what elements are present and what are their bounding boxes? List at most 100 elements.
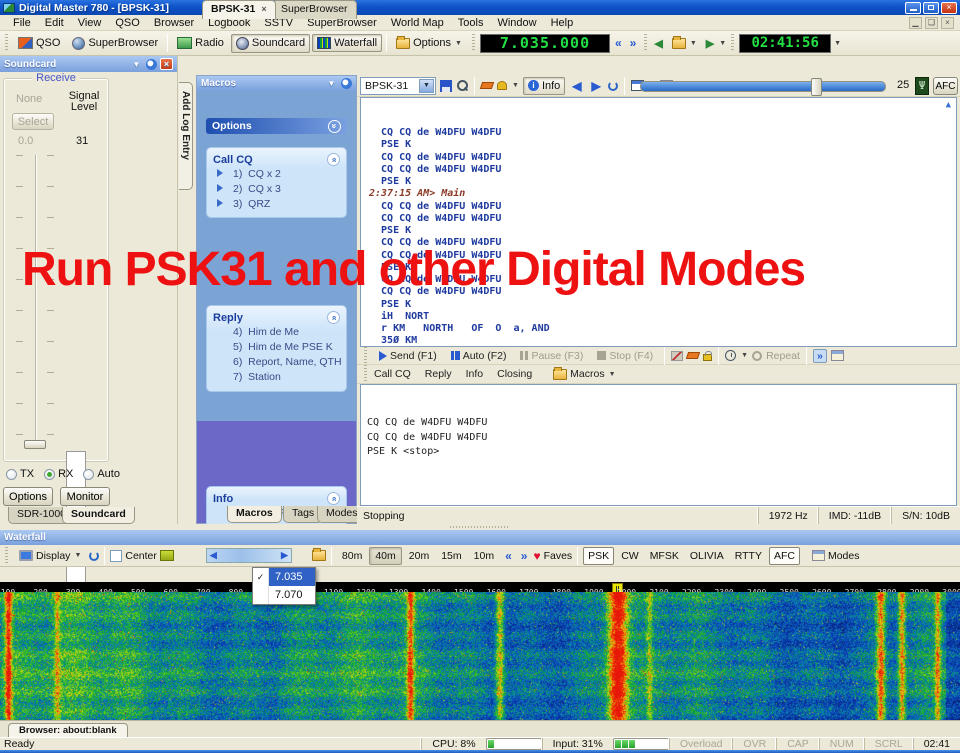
toolbar-drag-handle[interactable] [364, 365, 367, 383]
more-buttons-icon[interactable]: » [813, 349, 827, 363]
mode-button[interactable]: OLIVIA [686, 548, 728, 564]
waterfall-button[interactable]: Waterfall [312, 34, 382, 52]
afc-toggle-button[interactable]: AFC [769, 547, 800, 565]
macros-options-bar[interactable]: Options » [206, 118, 347, 134]
marker-tool-icon[interactable] [160, 550, 174, 561]
menu-item[interactable]: QSO [108, 15, 146, 31]
band-button[interactable]: 20m [404, 548, 434, 564]
select-device-button[interactable]: Select [12, 113, 54, 130]
monitor-button[interactable]: Monitor [60, 487, 110, 506]
macro-item[interactable]: 1) CQ x 2 [207, 166, 346, 181]
auto-button[interactable]: Auto (F2) [446, 347, 512, 365]
mode-button[interactable]: MFSK [646, 548, 683, 564]
clock-overflow-icon[interactable]: ▼ [834, 40, 841, 47]
radio-button[interactable]: Radio [172, 34, 229, 52]
display-button[interactable]: Display▼ [14, 547, 86, 565]
send-button[interactable]: Send (F1) [374, 347, 442, 365]
frequency-down-button[interactable]: « [612, 36, 625, 50]
panel-menu-icon[interactable]: ▼ [130, 58, 143, 70]
band-button[interactable]: 80m [337, 548, 367, 564]
trx-radio[interactable]: TX [6, 468, 34, 480]
menu-item[interactable]: Tools [451, 15, 491, 31]
mdi-restore-button[interactable]: ❑ [925, 17, 938, 29]
mdi-close-button[interactable]: × [941, 17, 954, 29]
soundcard-button[interactable]: Soundcard [231, 34, 310, 53]
collapse-group-icon[interactable]: » [327, 492, 340, 505]
band-button[interactable]: 10m [469, 548, 499, 564]
tab-superbrowser[interactable]: SuperBrowser [272, 0, 357, 19]
options-button[interactable]: Options▼ [391, 34, 467, 52]
mode-combobox[interactable]: BPSK-31▼ [360, 77, 436, 95]
mode-button[interactable]: CW [617, 548, 643, 564]
volume-slider[interactable] [12, 155, 58, 455]
collapse-group-icon[interactable]: » [327, 153, 340, 166]
macro-shortcut-button[interactable]: Reply [425, 368, 452, 380]
erase-icon[interactable] [480, 82, 494, 89]
save-icon[interactable] [440, 80, 452, 92]
squelch-slider[interactable] [640, 81, 886, 92]
nav-back-icon[interactable]: ◀ [652, 37, 664, 50]
frequency-menu-item[interactable]: ✓ 7.035 [253, 568, 315, 586]
frequency-up-button[interactable]: » [627, 36, 640, 50]
erase-tx-icon[interactable] [686, 352, 700, 359]
scroll-up-icon[interactable]: ▲ [946, 100, 951, 110]
mode-button[interactable]: PSK [583, 547, 614, 565]
trx-radio[interactable]: RX [44, 468, 73, 480]
toolbar-drag-handle[interactable] [644, 34, 647, 52]
soundcard-options-button[interactable]: Options [3, 487, 53, 506]
lock-icon[interactable] [703, 354, 712, 361]
toolbar-drag-handle[interactable] [5, 547, 8, 565]
macro-item[interactable]: 3) QRZ [207, 196, 346, 211]
mode-button[interactable]: RTTY [731, 548, 766, 564]
toolbar-drag-handle[interactable] [5, 34, 8, 52]
tab-soundcard[interactable]: Soundcard [62, 507, 135, 524]
tab-close-icon[interactable]: × [261, 4, 266, 14]
menu-item[interactable]: Edit [38, 15, 71, 31]
alerts-icon[interactable] [497, 81, 507, 90]
qso-button[interactable]: QSO [13, 34, 65, 52]
waterfall-folder-icon[interactable] [312, 550, 326, 561]
repeat-icon[interactable] [752, 351, 762, 361]
macro-shortcut-button[interactable]: Closing [497, 368, 532, 380]
waterfall-canvas[interactable] [0, 592, 960, 720]
tab-macros[interactable]: Macros [227, 506, 282, 523]
waterfall-preview[interactable]: ◀▶ [206, 548, 292, 563]
panel-close-icon[interactable]: × [160, 58, 173, 70]
macros-menu-icon[interactable]: ▼ [325, 78, 338, 90]
refresh-icon[interactable] [608, 81, 618, 91]
band-prev-icon[interactable]: « [502, 549, 515, 563]
tx-text-area[interactable]: CQ CQ de W4DFU W4DFUCQ CQ de W4DFU W4DFU… [360, 384, 957, 506]
repeat-label[interactable]: Repeat [766, 350, 800, 362]
center-checkbox[interactable] [110, 550, 122, 562]
info-toggle-button[interactable]: iInfo [523, 77, 565, 95]
nav-forward-icon[interactable]: ▶ [704, 37, 716, 50]
toolbar-drag-handle[interactable] [472, 34, 475, 52]
trx-radio[interactable]: Auto [83, 468, 120, 480]
collapse-group-icon[interactable]: » [327, 311, 340, 324]
band-button[interactable]: 40m [369, 547, 401, 565]
favorites-folder-button[interactable]: ▼ [667, 35, 702, 52]
toolbar-drag-handle[interactable] [364, 347, 367, 365]
toolbar-drag-handle[interactable] [731, 34, 734, 52]
browser-tab[interactable]: Browser: about:blank [8, 723, 128, 737]
stop-button[interactable]: Stop (F4) [592, 347, 658, 365]
macro-item[interactable]: 5) Him de Me PSE K [207, 339, 346, 354]
modes-button[interactable]: Modes [828, 550, 860, 562]
menu-item[interactable]: File [6, 15, 38, 31]
macro-shortcut-button[interactable]: Info [466, 368, 484, 380]
band-button[interactable]: 15m [436, 548, 466, 564]
frequency-menu-item[interactable]: 7.070 [253, 586, 315, 604]
refresh-waterfall-icon[interactable] [89, 551, 99, 561]
macro-item[interactable]: 4) Him de Me [207, 324, 346, 339]
macro-item[interactable]: 7) Station [207, 369, 346, 384]
pause-button[interactable]: Pause (F3) [515, 347, 588, 365]
add-log-entry-tab[interactable]: Add Log Entry [179, 82, 193, 190]
menu-item[interactable]: Window [490, 15, 543, 31]
menu-item[interactable]: View [71, 15, 109, 31]
tab-bpsk-31[interactable]: BPSK-31× [202, 0, 276, 19]
macro-shortcut-button[interactable]: Call CQ [374, 368, 411, 380]
preview-left-icon[interactable]: ◀ [210, 550, 217, 561]
minimize-button[interactable] [905, 2, 921, 14]
tx-off-icon[interactable] [671, 351, 683, 361]
toolbar-overflow-icon[interactable]: ▼ [719, 40, 726, 47]
